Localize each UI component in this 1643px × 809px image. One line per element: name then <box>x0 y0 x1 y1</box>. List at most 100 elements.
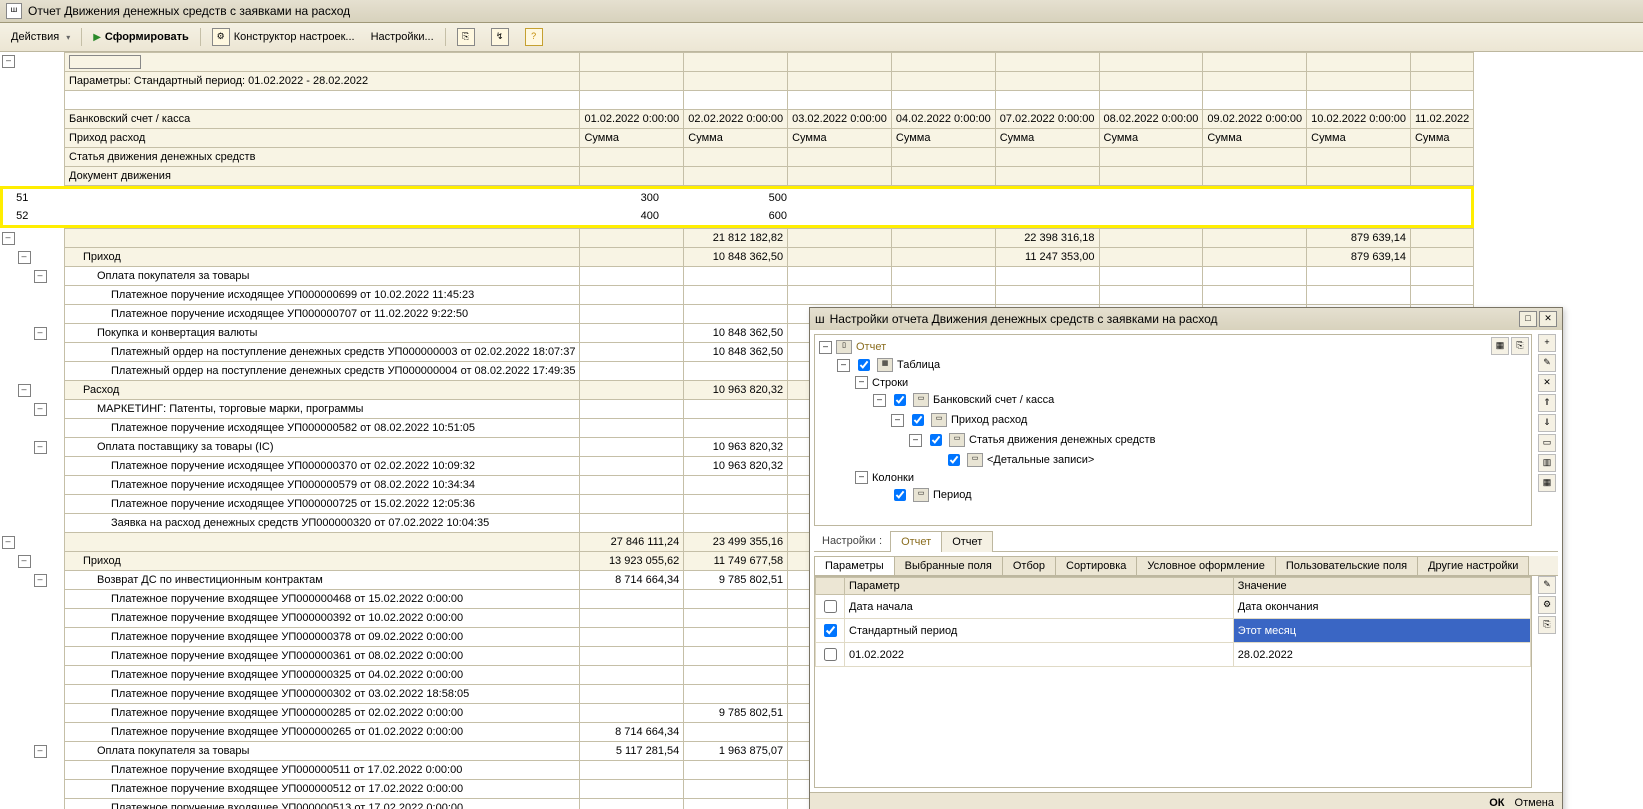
tree-node[interactable]: –Колонки <box>819 470 1527 485</box>
dialog-title-bar[interactable]: ш Настройки отчета Движения денежных сре… <box>810 308 1562 330</box>
settings-button[interactable]: Настройки... <box>364 28 441 46</box>
report-row[interactable]: –Приход10 848 362,5011 247 353,00879 639… <box>0 248 1474 267</box>
node-label: Приход расход <box>951 414 1027 426</box>
expand-icon[interactable]: – <box>855 471 868 484</box>
sheet-icon: ⎘ <box>457 28 475 46</box>
tree-node[interactable]: ▭ Период <box>819 485 1527 505</box>
node-icon: ▭ <box>913 488 929 502</box>
help-icon: ? <box>525 28 543 46</box>
toolbar-icon-2[interactable]: ↯ <box>484 25 516 49</box>
tabs-label: Настройки : <box>814 531 890 551</box>
tree-toggle[interactable]: – <box>34 327 47 340</box>
extra-button-3[interactable]: ▦ <box>1538 474 1556 492</box>
move-down-button[interactable]: ⇓ <box>1538 414 1556 432</box>
tree-node[interactable]: –▯Отчет <box>819 339 1527 355</box>
tree-checkbox[interactable] <box>930 434 942 446</box>
settings-tab[interactable]: Другие настройки <box>1417 556 1529 575</box>
node-label: Таблица <box>897 359 940 371</box>
expand-icon[interactable]: – <box>855 376 868 389</box>
report-row[interactable]: –Оплата покупателя за товары <box>0 267 1474 286</box>
tree-toggle[interactable]: – <box>18 251 31 264</box>
tree-node[interactable]: –▭Приход расход <box>819 410 1527 430</box>
tree-toggle[interactable]: – <box>18 384 31 397</box>
param-header: Параметр <box>845 578 1234 595</box>
settings-tab[interactable]: Отбор <box>1002 556 1056 575</box>
tree-toggle[interactable]: – <box>34 441 47 454</box>
expand-icon[interactable]: – <box>819 341 832 354</box>
settings-upper-tabs: Настройки : Отчет Отчет <box>814 530 1558 552</box>
delete-button[interactable]: ✕ <box>1538 374 1556 392</box>
cancel-button[interactable]: Отмена <box>1515 797 1554 809</box>
tree-checkbox[interactable] <box>894 394 906 406</box>
param-row[interactable]: Дата началаДата окончания <box>816 595 1531 619</box>
tree-toggle[interactable]: – <box>2 232 15 245</box>
dialog-icon: ш <box>815 312 825 326</box>
actions-menu[interactable]: Действия <box>4 28 77 46</box>
dialog-title: Настройки отчета Движения денежных средс… <box>830 312 1218 326</box>
settings-tab[interactable]: Выбранные поля <box>894 556 1003 575</box>
close-button[interactable]: ✕ <box>1539 311 1557 327</box>
settings-constructor-button[interactable]: ⚙Конструктор настроек... <box>205 25 362 49</box>
constructor-icon: ⚙ <box>212 28 230 46</box>
tab-report-1[interactable]: Отчет <box>890 531 942 552</box>
window-title: Отчет Движения денежных средств с заявка… <box>28 4 350 18</box>
param-header: Значение <box>1233 578 1530 595</box>
tree-checkbox[interactable] <box>858 359 870 371</box>
settings-tab[interactable]: Условное оформление <box>1136 556 1275 575</box>
tree-node[interactable]: ▭<Детальные записи> <box>819 450 1527 470</box>
node-icon: ▯ <box>836 340 852 354</box>
settings-tab[interactable]: Сортировка <box>1055 556 1137 575</box>
settings-tab[interactable]: Пользовательские поля <box>1275 556 1418 575</box>
expand-icon[interactable]: – <box>891 414 904 427</box>
maximize-button[interactable]: □ <box>1519 311 1537 327</box>
tree-node[interactable]: –▭Банковский счет / касса <box>819 390 1527 410</box>
node-label: Период <box>933 489 972 501</box>
settings-tab[interactable]: Параметры <box>814 556 895 575</box>
tree-node[interactable]: –Строки <box>819 375 1527 390</box>
add-button[interactable]: + <box>1538 334 1556 352</box>
toolbar-icon-1[interactable]: ⎘ <box>450 25 482 49</box>
tree-toggle[interactable]: – <box>2 536 15 549</box>
help-button[interactable]: ? <box>518 25 550 49</box>
param-checkbox[interactable] <box>824 600 837 613</box>
expand-icon[interactable]: – <box>837 359 850 372</box>
param-props-icon[interactable]: ⚙ <box>1538 596 1556 614</box>
node-icon: ▦ <box>877 358 893 372</box>
tab-report-2[interactable]: Отчет <box>941 531 993 552</box>
structure-tree[interactable]: ▦ ⎘ –▯Отчет–▦Таблица–Строки–▭Банковский … <box>814 334 1532 526</box>
tree-checkbox[interactable] <box>912 414 924 426</box>
tree-checkbox[interactable] <box>894 489 906 501</box>
tree-toggle[interactable]: – <box>34 745 47 758</box>
param-edit-icon[interactable]: ✎ <box>1538 576 1556 594</box>
side-toolbar: + ✎ ✕ ⇑ ⇓ ▭ ▥ ▦ <box>1536 330 1562 530</box>
param-copy-icon[interactable]: ⎘ <box>1538 616 1556 634</box>
tree-toggle[interactable]: – <box>18 555 31 568</box>
report-row[interactable]: –21 812 182,8222 398 316,18879 639,14 <box>0 229 1474 248</box>
tree-toolbar-icon-1[interactable]: ▦ <box>1491 337 1509 355</box>
parameters-grid[interactable]: ПараметрЗначениеДата началаДата окончани… <box>814 576 1532 788</box>
ok-button[interactable]: ОК <box>1489 797 1504 809</box>
tree-toggle[interactable]: – <box>34 270 47 283</box>
tree-toolbar-icon-2[interactable]: ⎘ <box>1511 337 1529 355</box>
param-row[interactable]: Стандартный периодЭтот месяц <box>816 619 1531 643</box>
title-bar: ш Отчет Движения денежных средств с заяв… <box>0 0 1643 23</box>
extra-button-2[interactable]: ▥ <box>1538 454 1556 472</box>
tree-toggle[interactable]: – <box>34 403 47 416</box>
expand-icon[interactable]: – <box>873 394 886 407</box>
settings-dialog: ш Настройки отчета Движения денежных сре… <box>809 307 1563 809</box>
tree-node[interactable]: – ▦ Таблица <box>819 355 1527 375</box>
extra-button-1[interactable]: ▭ <box>1538 434 1556 452</box>
param-row[interactable]: 01.02.202228.02.2022 <box>816 643 1531 667</box>
param-checkbox[interactable] <box>824 648 837 661</box>
tree-toggle[interactable]: – <box>34 574 47 587</box>
generate-button[interactable]: ▶Сформировать <box>86 28 196 46</box>
param-checkbox[interactable] <box>824 624 837 637</box>
tree-node[interactable]: –▭Статья движения денежных средств <box>819 430 1527 450</box>
app-icon: ш <box>6 3 22 19</box>
report-row[interactable]: Платежное поручение исходящее УП00000069… <box>0 286 1474 305</box>
edit-button[interactable]: ✎ <box>1538 354 1556 372</box>
move-up-button[interactable]: ⇑ <box>1538 394 1556 412</box>
expand-icon[interactable]: – <box>909 434 922 447</box>
collapse-all-button[interactable]: – <box>2 55 15 68</box>
tree-checkbox[interactable] <box>948 454 960 466</box>
